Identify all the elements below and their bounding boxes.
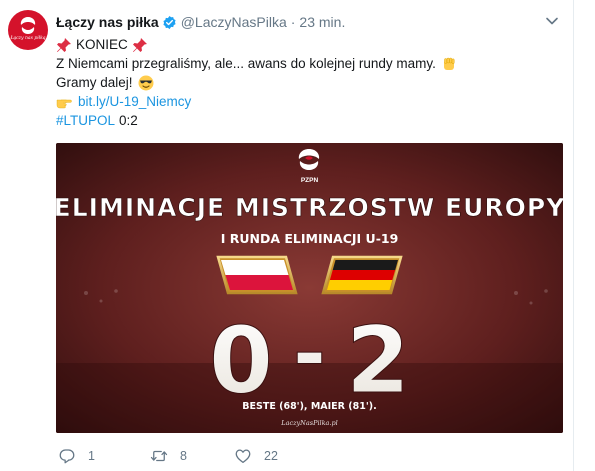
score-dash: - [293,307,326,400]
pushpin-icon [132,37,147,52]
article-link[interactable]: bit.ly/U-19_Niemcy [78,92,191,111]
avatar-caption: Łączy nas piłką [10,36,46,41]
hashtag-link[interactable]: #LTUPOL [56,111,115,130]
like-button[interactable]: 22 [234,447,278,465]
tweet-text: KONIEC Z Niemcami przegraliśmy, ale... a… [56,35,561,130]
reply-icon [59,449,75,464]
retweet-button[interactable]: 8 [150,447,192,465]
pushpin-icon [57,37,71,52]
heart-icon [235,449,251,464]
pzpn-eagle-icon [20,17,36,34]
raised-fist-icon [443,57,455,70]
tweet-media-image[interactable]: PZPN ELIMINACJE MISTRZOSTW EUROPY I RUND… [56,143,563,433]
verified-badge-icon [163,15,176,29]
author-handle[interactable]: @LaczyNasPilka [181,14,287,30]
author-name[interactable]: Łączy nas piłka [56,14,159,30]
tweet-line-1: KONIEC [56,35,561,54]
tweet-line-2: Z Niemcami przegraliśmy, ale... awans do… [56,54,561,73]
poland-flag-icon [216,255,298,295]
watermark: LaczyNasPilka.pl [280,419,337,427]
score-home: 0 [209,307,273,414]
pzpn-label: PZPN [301,177,319,184]
tweet-line-2-text: Z Niemcami przegraliśmy, ale... awans do… [56,56,436,71]
tweet-header: Łączy nas piłka @LaczyNasPilka · 23 min. [56,12,345,32]
caret-down-icon[interactable] [545,14,559,28]
like-count: 22 [264,449,278,463]
graphic-title: ELIMINACJE MISTRZOSTW EUROPY [56,193,563,222]
tweet-line-5: #LTUPOL 0:2 [56,111,561,130]
retweet-count: 8 [180,449,187,463]
cool-face-icon [138,75,154,90]
score-text: 0:2 [119,113,138,128]
match-graphic: PZPN ELIMINACJE MISTRZOSTW EUROPY I RUND… [56,143,563,433]
tweet-line-4: bit.ly/U-19_Niemcy [56,92,561,111]
germany-flag-icon [321,255,403,295]
goal-scorers: BESTE (68'), MAIER (81'). [242,401,376,412]
koniec-text: KONIEC [76,37,128,52]
reply-button[interactable]: 1 [58,447,100,465]
avatar[interactable]: Łączy nas piłką [8,10,48,50]
tweet-line-3: Gramy dalej! [56,73,561,92]
timestamp[interactable]: 23 min. [299,14,345,30]
timeline-divider [573,0,574,471]
tweet-actions: 1 8 22 [58,445,314,467]
pointing-hand-icon [56,99,72,108]
score-away: 2 [346,307,410,414]
reply-count: 1 [88,449,95,463]
graphic-subtitle: I RUNDA ELIMINACJI U-19 [221,231,399,246]
tweet-line-3-text: Gramy dalej! [56,75,133,90]
retweet-icon [150,450,168,462]
separator-dot: · [290,14,296,30]
